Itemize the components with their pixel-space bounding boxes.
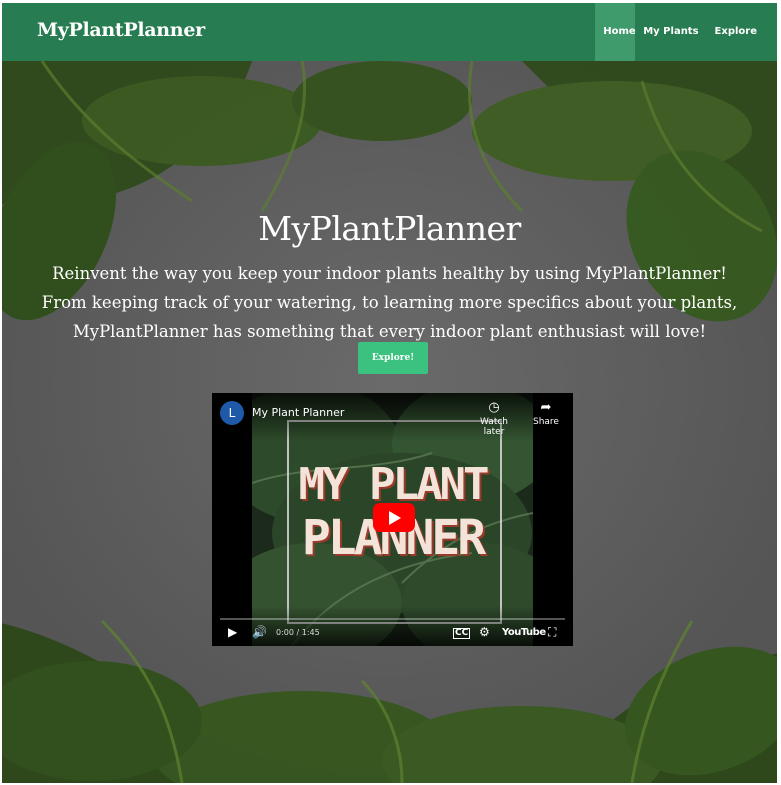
hero-line-1: Reinvent the way you keep your indoor pl… (52, 264, 727, 283)
settings-icon[interactable]: ⚙ (479, 623, 490, 641)
progress-bar[interactable] (220, 618, 565, 620)
share-button[interactable]: ➦ Share (521, 399, 571, 427)
youtube-video-embed[interactable]: MY PLANT PLANNER L My Plant Planner ◷ Wa… (212, 393, 573, 646)
hero-title: MyPlantPlanner (258, 209, 521, 248)
share-label: Share (533, 417, 559, 427)
explore-button[interactable]: Explore! (358, 342, 428, 374)
time-display: 0:00 / 1:45 (276, 628, 320, 637)
play-button[interactable] (373, 503, 415, 532)
volume-icon[interactable]: 🔊 (252, 623, 267, 641)
clock-icon: ◷ (488, 400, 500, 415)
youtube-logo[interactable]: YouTube (502, 624, 546, 642)
hero-description: Reinvent the way you keep your indoor pl… (32, 259, 747, 346)
watch-later-label: Watch later (479, 417, 509, 437)
nav-my-plants[interactable]: My Plants (635, 3, 706, 61)
captions-icon[interactable]: CC (453, 628, 471, 639)
page-frame: MyPlantPlanner Home My Plants Explore My… (2, 3, 777, 783)
watch-later-button[interactable]: ◷ Watch later (469, 399, 519, 437)
navbar: MyPlantPlanner Home My Plants Explore (2, 3, 777, 61)
play-icon[interactable]: ▶ (228, 623, 237, 641)
hero-section: MyPlantPlanner Reinvent the way you keep… (2, 61, 777, 783)
nav-explore[interactable]: Explore (707, 3, 777, 61)
nav-links: Home My Plants Explore (595, 3, 777, 61)
brand-logo[interactable]: MyPlantPlanner (37, 19, 205, 41)
fullscreen-icon[interactable]: ⛶ (548, 623, 556, 641)
nav-home[interactable]: Home (595, 3, 636, 61)
share-icon: ➦ (540, 400, 552, 415)
channel-avatar[interactable]: L (220, 401, 244, 425)
video-title[interactable]: My Plant Planner (252, 406, 344, 419)
hero-line-2: From keeping track of your watering, to … (41, 293, 738, 312)
